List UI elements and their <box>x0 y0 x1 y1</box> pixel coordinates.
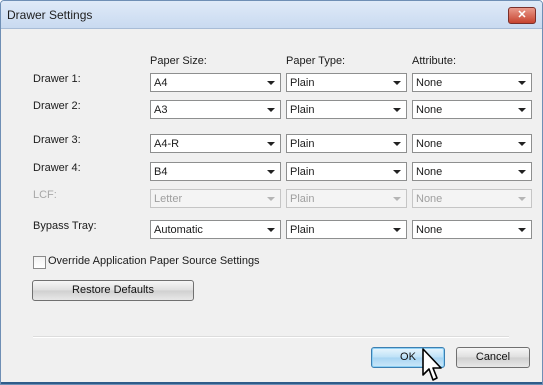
bypass-tray-paper-size-select[interactable]: Automatic <box>150 220 281 239</box>
drawer-3-attribute-select[interactable]: None <box>412 134 532 153</box>
lcf-paper-type-select: Plain <box>286 189 407 208</box>
chevron-down-icon <box>267 108 275 112</box>
window-title: Drawer Settings <box>7 8 93 22</box>
title-bar: Drawer Settings ✕ <box>1 1 542 29</box>
mouse-pointer-icon <box>422 348 442 381</box>
separator <box>33 336 509 338</box>
chevron-down-icon <box>267 228 275 232</box>
drawer-4-paper-type-select[interactable]: Plain <box>286 162 407 181</box>
close-button[interactable]: ✕ <box>508 7 536 24</box>
drawer-2-paper-type-select[interactable]: Plain <box>286 100 407 119</box>
chevron-down-icon <box>393 142 401 146</box>
chevron-down-icon <box>518 197 526 201</box>
bypass-tray-paper-type-select[interactable]: Plain <box>286 220 407 239</box>
close-icon: ✕ <box>517 9 527 21</box>
drawer-2-paper-size-select[interactable]: A3 <box>150 100 281 119</box>
window-bottom-edge <box>1 382 542 384</box>
chevron-down-icon <box>518 81 526 85</box>
chevron-down-icon <box>393 81 401 85</box>
chevron-down-icon <box>393 170 401 174</box>
lcf-label: LCF: <box>33 189 57 201</box>
drawer-settings-dialog: Drawer Settings ✕ Paper Size: Paper Type… <box>0 0 543 385</box>
override-paper-source-label: Override Application Paper Source Settin… <box>48 255 260 267</box>
chevron-down-icon <box>518 170 526 174</box>
chevron-down-icon <box>393 228 401 232</box>
drawer-1-attribute-select[interactable]: None <box>412 73 532 92</box>
chevron-down-icon <box>393 108 401 112</box>
override-paper-source-checkbox[interactable] <box>33 256 46 269</box>
chevron-down-icon <box>267 170 275 174</box>
bypass-tray-label: Bypass Tray: <box>33 220 97 232</box>
drawer-3-paper-type-select[interactable]: Plain <box>286 134 407 153</box>
cancel-button[interactable]: Cancel <box>456 347 530 368</box>
drawer-1-paper-type-select[interactable]: Plain <box>286 73 407 92</box>
drawer-3-paper-size-select[interactable]: A4-R <box>150 134 281 153</box>
bypass-tray-attribute-select[interactable]: None <box>412 220 532 239</box>
chevron-down-icon <box>518 108 526 112</box>
attribute-header: Attribute: <box>412 55 457 67</box>
drawer-2-attribute-select[interactable]: None <box>412 100 532 119</box>
drawer-4-attribute-select[interactable]: None <box>412 162 532 181</box>
chevron-down-icon <box>267 142 275 146</box>
chevron-down-icon <box>518 142 526 146</box>
chevron-down-icon <box>518 228 526 232</box>
lcf-paper-size-select: Letter <box>150 189 281 208</box>
lcf-attribute-select: None <box>412 189 532 208</box>
drawer-4-paper-size-select[interactable]: B4 <box>150 162 281 181</box>
drawer-3-label: Drawer 3: <box>33 134 81 146</box>
chevron-down-icon <box>267 197 275 201</box>
paper-size-header: Paper Size: <box>150 55 207 67</box>
restore-defaults-button[interactable]: Restore Defaults <box>32 280 194 301</box>
drawer-2-label: Drawer 2: <box>33 100 81 112</box>
chevron-down-icon <box>393 197 401 201</box>
drawer-1-paper-size-select[interactable]: A4 <box>150 73 281 92</box>
paper-type-header: Paper Type: <box>286 55 346 67</box>
drawer-1-label: Drawer 1: <box>33 73 81 85</box>
drawer-4-label: Drawer 4: <box>33 162 81 174</box>
chevron-down-icon <box>267 81 275 85</box>
